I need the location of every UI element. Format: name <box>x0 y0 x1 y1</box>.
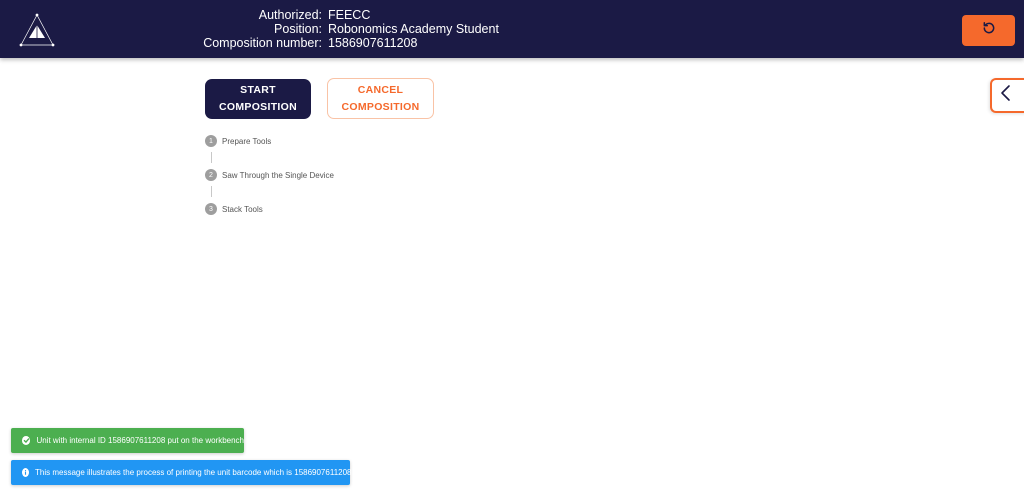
top-bar: Authorized: Position: Composition number… <box>0 0 1024 58</box>
start-label-line2: COMPOSITION <box>219 101 297 113</box>
step-item: 2 Saw Through the Single Device <box>205 169 334 181</box>
position-value: Robonomics Academy Student <box>328 22 499 36</box>
operator-info-labels: Authorized: Position: Composition number… <box>203 8 322 50</box>
info-notification[interactable]: This message illustrates the process of … <box>11 460 352 485</box>
step-number: 2 <box>205 169 217 181</box>
step-label: Saw Through the Single Device <box>222 170 334 180</box>
cancel-composition-button[interactable]: CANCEL COMPOSITION <box>327 78 434 119</box>
notification-message: Unit with internal ID 1586907611208 put … <box>36 436 244 445</box>
info-circle-icon <box>22 468 29 477</box>
position-label: Position: <box>274 22 322 36</box>
check-circle-icon <box>22 436 31 445</box>
chevron-left-icon <box>1000 84 1012 107</box>
rotate-ccw-icon <box>982 21 996 40</box>
authorized-value: FEECC <box>328 8 371 22</box>
step-item: 1 Prepare Tools <box>205 135 271 147</box>
authorized-label: Authorized: <box>258 8 322 22</box>
triangle-constellation-logo <box>16 11 58 49</box>
reset-button[interactable] <box>962 15 1015 46</box>
step-number: 1 <box>205 135 217 147</box>
step-number: 3 <box>205 203 217 215</box>
notification-message: This message illustrates the process of … <box>35 468 352 477</box>
composition-number-value: 1586907611208 <box>328 36 418 50</box>
composition-number-label: Composition number: <box>203 36 322 50</box>
step-connector <box>210 186 212 197</box>
step-label: Stack Tools <box>222 204 263 214</box>
cancel-label-line2: COMPOSITION <box>341 100 420 113</box>
step-item: 3 Stack Tools <box>205 203 263 215</box>
step-label: Prepare Tools <box>222 136 272 146</box>
success-notification[interactable]: Unit with internal ID 1586907611208 put … <box>11 428 244 453</box>
side-panel-toggle[interactable] <box>990 78 1024 113</box>
start-label-line1: START <box>240 84 276 96</box>
start-composition-button[interactable]: START COMPOSITION <box>205 79 311 119</box>
operator-info-values: FEECC Robonomics Academy Student 1586907… <box>328 8 499 50</box>
step-connector <box>210 152 212 163</box>
cancel-label-line1: CANCEL <box>357 83 404 96</box>
